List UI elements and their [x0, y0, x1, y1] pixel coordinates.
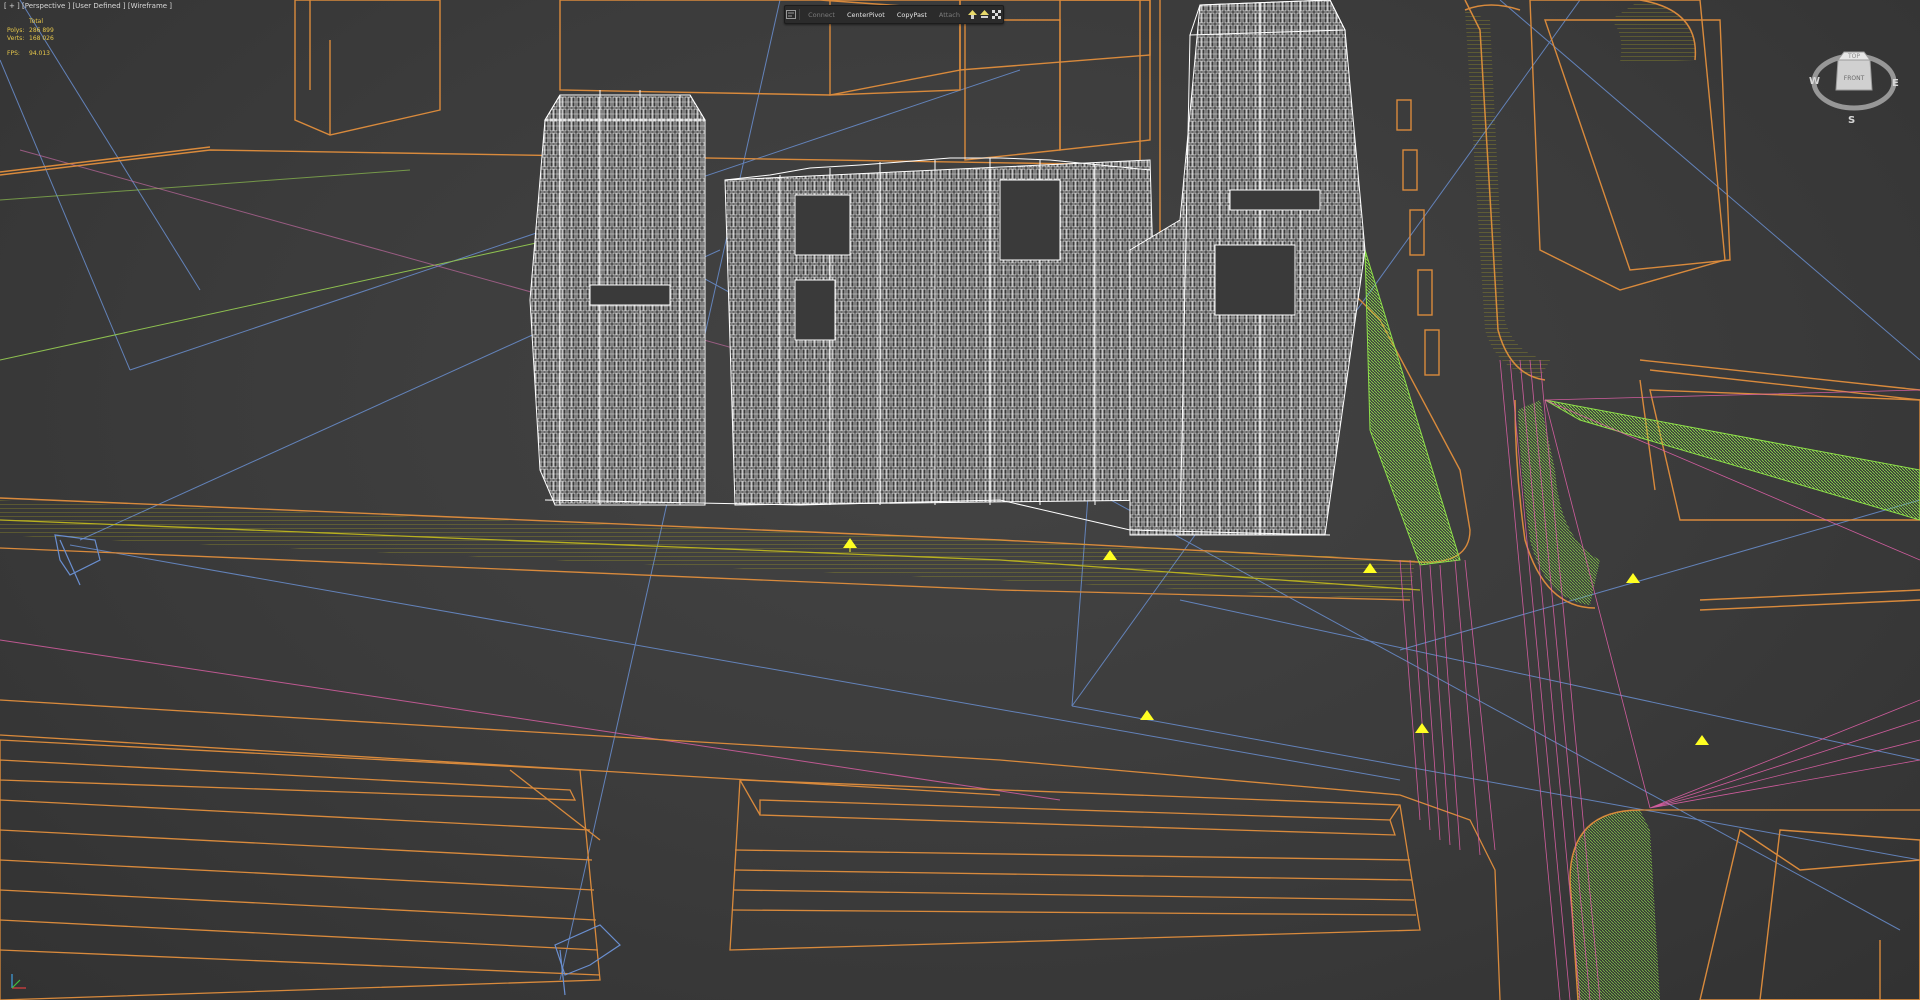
- stats-polys-value: 286 899: [29, 26, 54, 34]
- stats-polys-label: Polys:: [7, 26, 25, 34]
- attach-button[interactable]: Attach: [933, 7, 966, 22]
- stats-header: Total: [29, 18, 44, 25]
- toolbar-settings-button[interactable]: [785, 7, 797, 22]
- statistics-overlay: Total Polys: 286 899 Verts: 168 026 FPS:…: [7, 18, 54, 58]
- viewcube-graphic: TOP FRONT W E S: [1809, 51, 1899, 126]
- stats-verts-label: Verts:: [7, 35, 25, 42]
- compass-west-label: W: [1809, 76, 1820, 87]
- camera-icon: [54, 534, 621, 996]
- viewcube-top-label: TOP: [1847, 53, 1860, 60]
- compass-east-label: E: [1892, 78, 1899, 89]
- compass-south-label: S: [1848, 115, 1855, 126]
- connect-button[interactable]: Connect: [802, 7, 841, 22]
- stats-verts-row: Verts: 168 026: [7, 35, 54, 44]
- light-cone-green: [1364, 249, 1920, 566]
- align-top-button[interactable]: [966, 7, 978, 22]
- checker-icon: [992, 10, 1002, 19]
- checker-toggle-button[interactable]: [991, 7, 1003, 22]
- viewcube[interactable]: TOP FRONT W E S: [1804, 38, 1904, 128]
- align-top-icon: [967, 10, 977, 19]
- stats-fps-row: FPS: 94.013: [7, 50, 54, 59]
- main-building-wireframe: [529, 0, 1366, 536]
- viewport-label[interactable]: [ + ] [Perspective ] [User Defined ] [Wi…: [4, 2, 172, 10]
- viewcube-front-label: FRONT: [1844, 75, 1865, 82]
- perspective-viewport[interactable]: [ + ] [Perspective ] [User Defined ] [Wi…: [0, 0, 1920, 1000]
- stats-fps-label: FPS:: [7, 49, 20, 57]
- axis-tripod-icon: [8, 972, 30, 996]
- lower-buildings: [0, 699, 1501, 1000]
- centerpivot-button[interactable]: CenterPivot: [841, 7, 891, 22]
- wireframe-scene[interactable]: [0, 0, 1920, 1000]
- toolbar-settings-icon: [786, 10, 797, 19]
- align-middle-button[interactable]: [978, 7, 990, 22]
- stats-verts-value: 168 026: [29, 35, 54, 42]
- stats-fps-value: 94.013: [29, 49, 50, 57]
- stats-polys-row: Polys: 286 899: [7, 27, 54, 36]
- copypast-button[interactable]: CopyPast: [891, 7, 933, 22]
- floating-toolbar: Connect CenterPivot CopyPast Attach: [784, 5, 1004, 24]
- align-middle-icon: [979, 10, 989, 18]
